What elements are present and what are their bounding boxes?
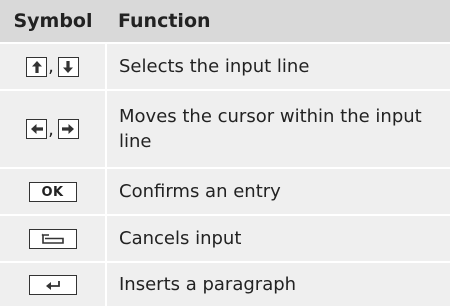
table-row: OK Confirms an entry	[0, 168, 450, 216]
symbol-cell	[0, 262, 107, 306]
table-row: Cancels input	[0, 215, 450, 263]
symbol-function-table: Symbol Function , Selects the input line…	[0, 0, 450, 306]
right-arrow-icon	[57, 119, 79, 140]
function-cell: Moves the cursor within the input line	[106, 90, 450, 169]
up-arrow-icon	[26, 56, 48, 77]
back-icon	[28, 229, 77, 249]
function-cell: Inserts a paragraph	[106, 262, 450, 306]
symbol-cell: ,	[0, 43, 107, 91]
symbol-cell	[0, 215, 107, 263]
symbol-separator: ,	[48, 56, 54, 78]
function-cell: Selects the input line	[106, 43, 450, 91]
symbol-separator: ,	[48, 118, 54, 140]
down-arrow-icon	[57, 56, 79, 77]
function-cell: Cancels input	[106, 215, 450, 263]
header-function: Function	[106, 0, 450, 44]
function-cell: Confirms an entry	[106, 168, 450, 216]
symbol-cell: OK	[0, 168, 107, 216]
symbol-cell: ,	[0, 90, 107, 169]
ok-key: OK	[28, 182, 77, 202]
table-row: Inserts a paragraph	[0, 262, 450, 306]
left-arrow-icon	[26, 119, 48, 140]
table-row: , Selects the input line	[0, 43, 450, 91]
enter-icon	[28, 275, 77, 295]
header-symbol: Symbol	[0, 0, 106, 44]
table-row: , Moves the cursor within the input line	[0, 90, 450, 169]
table-header-row: Symbol Function	[0, 0, 450, 44]
